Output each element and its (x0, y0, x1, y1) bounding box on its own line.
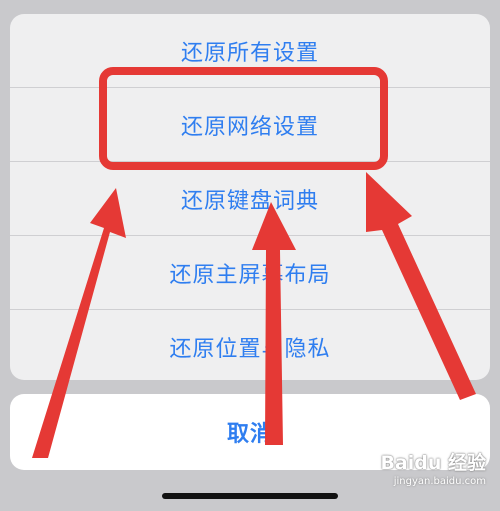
watermark-url: jingyan.baidu.com (393, 476, 486, 487)
reset-all-settings-option[interactable]: 还原所有设置 (10, 14, 490, 87)
reset-location-privacy-option[interactable]: 还原位置与隐私 (10, 310, 490, 380)
action-sheet: 还原所有设置 还原网络设置 还原键盘词典 还原主屏幕布局 还原位置与隐私 (10, 14, 490, 380)
home-indicator (162, 493, 338, 499)
reset-home-screen-layout-option[interactable]: 还原主屏幕布局 (10, 236, 490, 309)
watermark-brand: Baidu 经验 (380, 452, 486, 474)
baidu-jingyan-watermark: Baidu 经验 jingyan.baidu.com (380, 448, 486, 496)
reset-network-settings-option[interactable]: 还原网络设置 (10, 88, 490, 161)
reset-keyboard-dictionary-option[interactable]: 还原键盘词典 (10, 162, 490, 235)
